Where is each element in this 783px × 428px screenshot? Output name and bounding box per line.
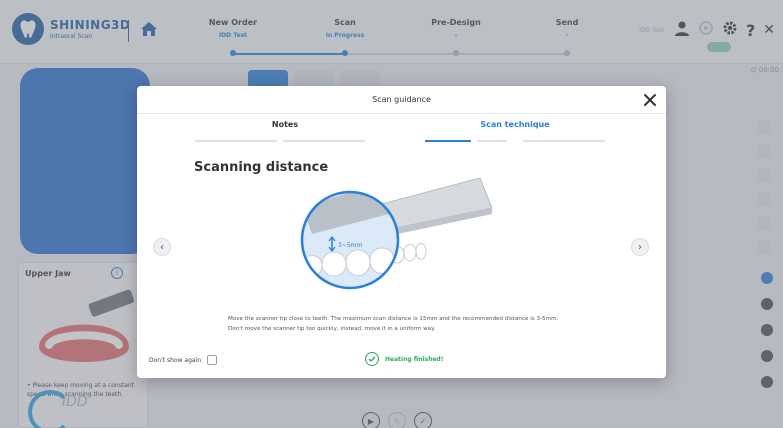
page-indicator-active	[425, 140, 471, 142]
tab-notes[interactable]: Notes	[195, 120, 375, 129]
dialog-title: Scan guidance	[372, 95, 431, 104]
close-icon[interactable]	[642, 92, 658, 108]
heating-status: Heating finished!	[365, 352, 443, 366]
page-indicator	[195, 140, 277, 142]
page-indicator	[523, 140, 605, 142]
next-page-button[interactable]: ›	[631, 238, 649, 256]
page-indicator	[283, 140, 365, 142]
prev-page-button[interactable]: ‹	[153, 238, 171, 256]
page-indicator	[477, 140, 507, 142]
dialog-header: Scan guidance	[137, 86, 666, 114]
section-title: Scanning distance	[194, 160, 329, 175]
guidance-description: Move the scanner tip close to teeth. The…	[228, 316, 559, 332]
dont-show-again: Don't show again	[149, 355, 218, 365]
dont-show-again-checkbox[interactable]	[207, 355, 218, 365]
check-circle-icon	[365, 352, 379, 366]
distance-label: 3~5mm	[338, 242, 363, 249]
scanning-distance-illustration: 3~5mm	[300, 178, 493, 290]
tab-scan-technique[interactable]: Scan technique	[425, 120, 605, 129]
scan-guidance-dialog: Scan guidance Notes Scan technique Scann…	[137, 86, 666, 378]
dont-show-again-label: Don't show again	[149, 356, 202, 364]
heating-status-text: Heating finished!	[385, 355, 444, 363]
